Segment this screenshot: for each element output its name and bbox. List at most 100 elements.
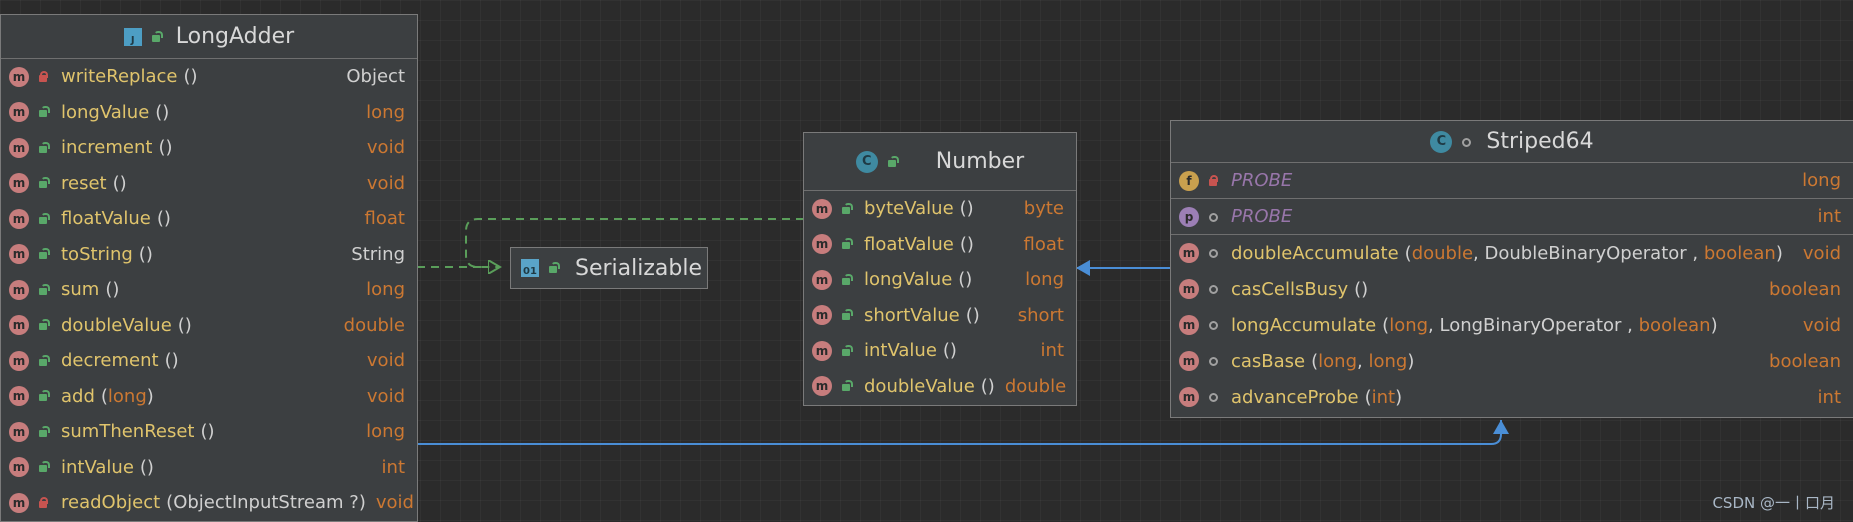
method-row-intvalue[interactable]: m intValue() int: [804, 333, 1076, 369]
method-row-floatvalue[interactable]: m floatValue() float: [804, 227, 1076, 263]
method-badge-icon: m: [9, 208, 29, 229]
package-private-icon: [1207, 211, 1219, 223]
member-return-type: void: [375, 492, 414, 514]
property-badge-icon: p: [1179, 206, 1199, 227]
method-badge-icon: m: [9, 66, 29, 87]
member-return-type: int: [1817, 386, 1841, 408]
package-private-icon: [1207, 355, 1219, 367]
method-badge-icon: m: [9, 279, 29, 300]
member-name: add: [61, 385, 95, 407]
member-params: (): [980, 375, 995, 397]
method-row-longaccumulate[interactable]: m longAccumulate (long, LongBinaryOperator…: [1171, 307, 1853, 343]
method-row-longvalue[interactable]: m longValue() long: [804, 262, 1076, 298]
member-params: (double, DoubleBinaryOperator , boolean): [1404, 242, 1783, 264]
class-title: Number: [935, 149, 1025, 174]
member-return-type: void: [366, 137, 405, 159]
member-name: reset: [61, 172, 107, 194]
interface-title: Serializable: [575, 255, 703, 281]
method-row-writereplace[interactable]: m writeReplace() Object: [1, 59, 417, 95]
method-badge-icon: m: [9, 492, 29, 513]
public-icon: [37, 319, 50, 331]
field-badge-icon: f: [1179, 170, 1199, 191]
member-return-type: short: [1017, 304, 1064, 326]
member-params: (): [164, 350, 179, 372]
private-icon: [1207, 174, 1219, 187]
method-row-decrement[interactable]: m decrement() void: [1, 343, 417, 379]
interface-serializable[interactable]: 01 Serializable: [510, 247, 708, 289]
member-params: (): [1354, 278, 1369, 300]
member-name: floatValue: [864, 233, 954, 255]
field-row-probe[interactable]: p PROBE int: [1171, 199, 1853, 235]
public-icon: [37, 461, 50, 473]
class-striped64[interactable]: C Striped64 f PROBE long p PROBE int m doubleAc…: [1170, 120, 1853, 418]
method-row-shortvalue[interactable]: m shortValue() short: [804, 298, 1076, 334]
method-badge-icon: m: [1179, 351, 1199, 371]
member-name: shortValue: [864, 304, 960, 326]
member-return-type: long: [366, 421, 405, 443]
member-return-type: long: [1802, 170, 1841, 191]
method-row-doublevalue[interactable]: m doubleValue() double: [1, 308, 417, 344]
member-params: (): [959, 198, 974, 220]
method-row-longvalue[interactable]: m longValue() long: [1, 95, 417, 131]
member-params: (): [158, 137, 173, 159]
public-icon: [37, 212, 50, 225]
public-icon: [37, 354, 50, 367]
method-row-bytevalue[interactable]: m byteValue() byte: [804, 191, 1076, 227]
method-row-tostring[interactable]: m toString() String: [1, 237, 417, 273]
field-row-probe[interactable]: f PROBE long: [1171, 163, 1853, 199]
package-private-icon: [1207, 319, 1219, 331]
member-return-type: String: [351, 243, 405, 265]
member-name: intValue: [61, 456, 134, 478]
public-icon: [150, 30, 163, 43]
class-icon: C: [1430, 130, 1453, 153]
member-params: (): [958, 269, 973, 291]
class-number[interactable]: C Number m byteValue() byte m floatValue() fl…: [803, 132, 1077, 406]
method-badge-icon: m: [9, 350, 29, 371]
member-return-type: void: [366, 350, 405, 372]
method-row-sumthenreset[interactable]: m sumThenReset() long: [1, 414, 417, 450]
member-name: writeReplace: [61, 66, 178, 88]
method-row-advanceprobe[interactable]: m advanceProbe (int) int: [1171, 379, 1853, 415]
class-title: LongAdder: [175, 24, 295, 49]
member-params: (): [942, 340, 957, 362]
method-row-readobject[interactable]: m readObject (ObjectInputStream ?) void: [1, 485, 417, 521]
public-icon: [840, 380, 853, 392]
method-badge-icon: m: [9, 244, 29, 265]
interface-header: 01 Serializable: [511, 248, 707, 288]
public-icon: [840, 202, 853, 215]
class-title: Striped64: [1486, 129, 1594, 154]
member-list: f PROBE long p PROBE int m doubleAccumulate (dou…: [1171, 163, 1853, 415]
member-params: (): [155, 101, 170, 123]
method-badge-icon: m: [812, 340, 832, 361]
method-row-cascellsbusy[interactable]: m casCellsBusy() boolean: [1171, 271, 1853, 307]
member-return-type: long: [366, 279, 405, 301]
member-name: PROBE: [1231, 170, 1293, 191]
member-params: (ObjectInputStream ?): [166, 492, 366, 514]
member-params: (): [138, 243, 153, 265]
method-row-floatvalue[interactable]: m floatValue() float: [1, 201, 417, 237]
class-longadder[interactable]: J LongAdder m writeReplace() Object m longVa…: [0, 14, 418, 522]
method-row-increment[interactable]: m increment() void: [1, 130, 417, 166]
method-row-intvalue[interactable]: m intValue() int: [1, 450, 417, 486]
member-params: (): [959, 233, 974, 255]
member-return-type: void: [1802, 314, 1841, 336]
member-return-type: long: [366, 101, 405, 123]
member-params: (long, long): [1311, 350, 1415, 372]
method-row-doublevalue[interactable]: m doubleValue() double: [804, 369, 1076, 405]
member-name: casBase: [1231, 350, 1306, 372]
member-name: advanceProbe: [1231, 386, 1359, 408]
member-name: sumThenReset: [61, 421, 195, 443]
public-icon: [840, 344, 853, 357]
member-name: PROBE: [1231, 206, 1293, 227]
method-row-sum[interactable]: m sum() long: [1, 272, 417, 308]
method-row-casbase[interactable]: m casBase (long, long) boolean: [1171, 343, 1853, 379]
method-row-add[interactable]: m add (long) void: [1, 379, 417, 415]
method-row-doubleaccumulate[interactable]: m doubleAccumulate (double, DoubleBinaryOp…: [1171, 235, 1853, 271]
method-badge-icon: m: [9, 137, 29, 158]
method-row-reset[interactable]: m reset() void: [1, 166, 417, 202]
member-return-type: byte: [1023, 198, 1064, 220]
method-badge-icon: m: [1179, 243, 1199, 263]
member-name: readObject: [61, 492, 161, 514]
member-name: longValue: [864, 269, 953, 291]
package-private-icon: [1207, 283, 1219, 295]
